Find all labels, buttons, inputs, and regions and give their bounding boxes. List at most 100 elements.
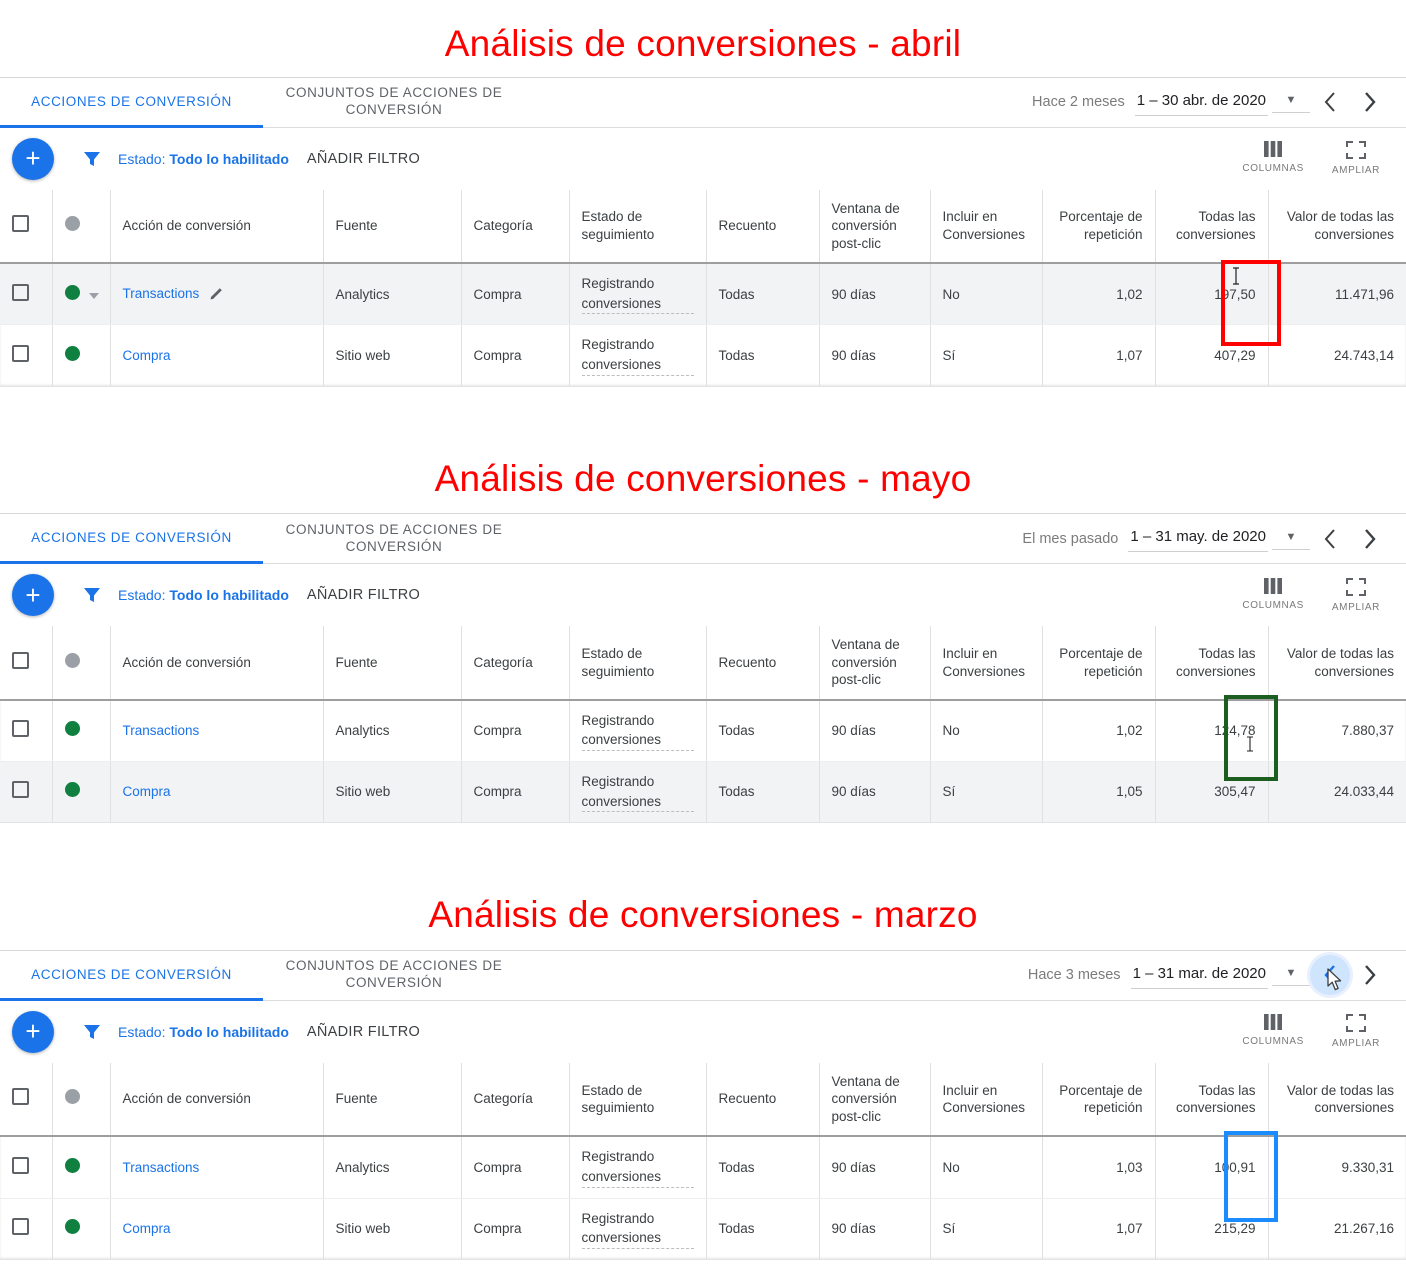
col-header-recuento[interactable]: Recuento xyxy=(705,1062,819,1138)
table-row[interactable]: Transactions Analytics Compra Registrand… xyxy=(0,263,1406,326)
row-checkbox[interactable] xyxy=(12,283,29,301)
columns-button[interactable]: COLUMNAS xyxy=(1242,141,1303,174)
table-row[interactable]: Compra Sitio web Compra Registrando conv… xyxy=(0,324,1406,386)
conversion-action-link[interactable]: Compra xyxy=(123,348,171,363)
col-header-accion[interactable]: Acción de conversión xyxy=(109,626,323,701)
expand-button[interactable]: AMPLIAR xyxy=(1332,1014,1380,1049)
expand-button[interactable]: AMPLIAR xyxy=(1332,141,1380,176)
col-header-fuente[interactable]: Fuente xyxy=(322,189,461,265)
conversion-action-link[interactable]: Transactions xyxy=(123,1160,200,1175)
row-checkbox[interactable] xyxy=(12,344,29,362)
date-range-value[interactable]: 1 – 30 abr. de 2020 xyxy=(1134,89,1268,116)
col-header-categoria[interactable]: Categoría xyxy=(460,1062,569,1138)
row-all-conversions-cell: 305,47 xyxy=(1154,761,1268,823)
columns-icon xyxy=(1264,141,1283,158)
add-conversion-action-button[interactable]: + xyxy=(12,137,54,180)
select-all-header xyxy=(0,626,52,701)
tab-conjuntos-de-acciones-de-conversion[interactable]: CONJUNTOS DE ACCIONES DE CONVERSIÓN xyxy=(263,78,525,127)
date-range-value[interactable]: 1 – 31 mar. de 2020 xyxy=(1130,962,1268,989)
filter-funnel-icon[interactable] xyxy=(82,585,102,605)
tab-acciones-de-conversion[interactable]: ACCIONES DE CONVERSIÓN xyxy=(0,514,263,565)
col-header-estado-seguimiento[interactable]: Estado de seguimiento xyxy=(568,1062,706,1138)
select-all-checkbox[interactable] xyxy=(12,651,29,669)
tab-acciones-de-conversion[interactable]: ACCIONES DE CONVERSIÓN xyxy=(0,78,263,128)
row-checkbox[interactable] xyxy=(12,781,29,799)
row-checkbox[interactable] xyxy=(12,1156,29,1174)
columns-button[interactable]: COLUMNAS xyxy=(1242,577,1304,611)
panel-1-date-range: Hace 2 meses 1 – 30 abr. de 2020 ▼ xyxy=(1032,78,1406,127)
table-row[interactable]: Transactions Analytics Compra Registrand… xyxy=(0,1136,1406,1199)
select-all-checkbox[interactable] xyxy=(12,1088,29,1106)
col-header-incluir[interactable]: Incluir en Conversiones xyxy=(929,626,1042,701)
add-filter-button[interactable]: AÑADIR FILTRO xyxy=(307,151,420,167)
col-header-incluir[interactable]: Incluir en Conversiones xyxy=(929,1062,1042,1138)
select-all-checkbox[interactable] xyxy=(12,215,29,233)
conversion-action-link[interactable]: Compra xyxy=(123,784,171,799)
row-checkbox[interactable] xyxy=(12,1217,29,1235)
conversion-action-link[interactable]: Transactions xyxy=(123,286,200,301)
col-header-accion[interactable]: Acción de conversión xyxy=(109,1062,323,1138)
chevron-down-icon[interactable]: ▼ xyxy=(1272,964,1310,987)
row-all-conversions-cell: 100,91 xyxy=(1154,1136,1268,1199)
status-filter-chip[interactable]: Estado: Todo lo habilitado xyxy=(118,1024,289,1040)
col-header-porcentaje-repeticion[interactable]: Porcentaje de repetición xyxy=(1041,626,1155,701)
row-menu-caret-icon[interactable] xyxy=(89,293,100,300)
chevron-down-icon[interactable]: ▼ xyxy=(1272,91,1310,114)
row-checkbox[interactable] xyxy=(12,720,29,738)
conversion-action-link[interactable]: Compra xyxy=(123,1221,171,1236)
columns-button[interactable]: COLUMNAS xyxy=(1242,1014,1303,1047)
conversion-actions-table-abril: Acción de conversión Fuente Categoría Es… xyxy=(0,189,1406,386)
col-header-incluir[interactable]: Incluir en Conversiones xyxy=(929,189,1042,265)
edit-pencil-icon[interactable] xyxy=(210,287,224,303)
row-include-cell: No xyxy=(929,1136,1042,1199)
tab-conjuntos-de-acciones-de-conversion[interactable]: CONJUNTOS DE ACCIONES DE CONVERSIÓN xyxy=(263,951,525,1000)
next-period-button[interactable] xyxy=(1350,82,1390,122)
tab-conjuntos-de-acciones-de-conversion[interactable]: CONJUNTOS DE ACCIONES DE CONVERSIÓN xyxy=(263,514,525,563)
table-row[interactable]: Compra Sitio web Compra Registrando conv… xyxy=(0,1198,1406,1259)
row-action-cell: Compra xyxy=(109,1198,323,1259)
col-header-fuente[interactable]: Fuente xyxy=(322,626,461,701)
col-header-porcentaje-repeticion[interactable]: Porcentaje de repetición xyxy=(1041,1062,1155,1138)
table-row[interactable]: Transactions Analytics Compra Registrand… xyxy=(0,699,1406,763)
add-filter-button[interactable]: AÑADIR FILTRO xyxy=(307,587,420,603)
col-header-ventana[interactable]: Ventana de conversión post-clic xyxy=(818,1062,930,1138)
previous-period-button[interactable] xyxy=(1310,519,1350,559)
table-row[interactable]: Compra Sitio web Compra Registrando conv… xyxy=(0,761,1406,823)
filter-funnel-icon[interactable] xyxy=(82,1022,102,1042)
col-header-categoria[interactable]: Categoría xyxy=(460,626,569,701)
add-filter-button[interactable]: AÑADIR FILTRO xyxy=(307,1024,420,1040)
add-conversion-action-button[interactable]: + xyxy=(12,1010,54,1053)
next-period-button[interactable] xyxy=(1350,955,1390,995)
col-header-recuento[interactable]: Recuento xyxy=(705,626,819,701)
col-header-valor-conversiones[interactable]: Valor de todas las conversiones xyxy=(1267,189,1406,265)
col-header-todas-conversiones[interactable]: Todas las conversiones xyxy=(1154,626,1268,701)
col-header-ventana[interactable]: Ventana de conversión post-clic xyxy=(818,189,930,265)
col-header-valor-conversiones[interactable]: Valor de todas las conversiones xyxy=(1267,1062,1406,1138)
conversion-action-link[interactable]: Transactions xyxy=(123,723,200,738)
col-header-fuente[interactable]: Fuente xyxy=(322,1062,461,1138)
status-dot-icon xyxy=(64,782,80,798)
col-header-categoria[interactable]: Categoría xyxy=(460,189,569,265)
next-period-button[interactable] xyxy=(1350,519,1390,559)
col-header-todas-conversiones[interactable]: Todas las conversiones xyxy=(1154,189,1268,265)
status-filter-chip[interactable]: Estado: Todo lo habilitado xyxy=(118,151,289,167)
col-header-estado-seguimiento[interactable]: Estado de seguimiento xyxy=(568,189,706,265)
previous-period-button[interactable] xyxy=(1310,82,1350,122)
date-range-value[interactable]: 1 – 31 may. de 2020 xyxy=(1128,525,1268,553)
status-filter-chip[interactable]: Estado: Todo lo habilitado xyxy=(118,587,289,603)
expand-button[interactable]: AMPLIAR xyxy=(1332,577,1380,613)
tab-acciones-de-conversion[interactable]: ACCIONES DE CONVERSIÓN xyxy=(0,951,263,1001)
col-header-porcentaje-repeticion[interactable]: Porcentaje de repetición xyxy=(1041,189,1155,265)
filter-funnel-icon[interactable] xyxy=(82,149,102,169)
col-header-accion[interactable]: Acción de conversión xyxy=(109,189,323,265)
previous-period-button[interactable] xyxy=(1310,955,1350,996)
col-header-valor-conversiones[interactable]: Valor de todas las conversiones xyxy=(1267,626,1406,701)
status-filter-prefix: Estado: xyxy=(118,587,166,604)
col-header-todas-conversiones[interactable]: Todas las conversiones xyxy=(1154,1062,1268,1138)
col-header-recuento[interactable]: Recuento xyxy=(705,189,819,265)
columns-label: COLUMNAS xyxy=(1242,599,1304,611)
add-conversion-action-button[interactable]: + xyxy=(12,574,54,617)
col-header-ventana[interactable]: Ventana de conversión post-clic xyxy=(818,626,930,701)
col-header-estado-seguimiento[interactable]: Estado de seguimiento xyxy=(568,626,706,701)
chevron-down-icon[interactable]: ▼ xyxy=(1272,528,1310,550)
